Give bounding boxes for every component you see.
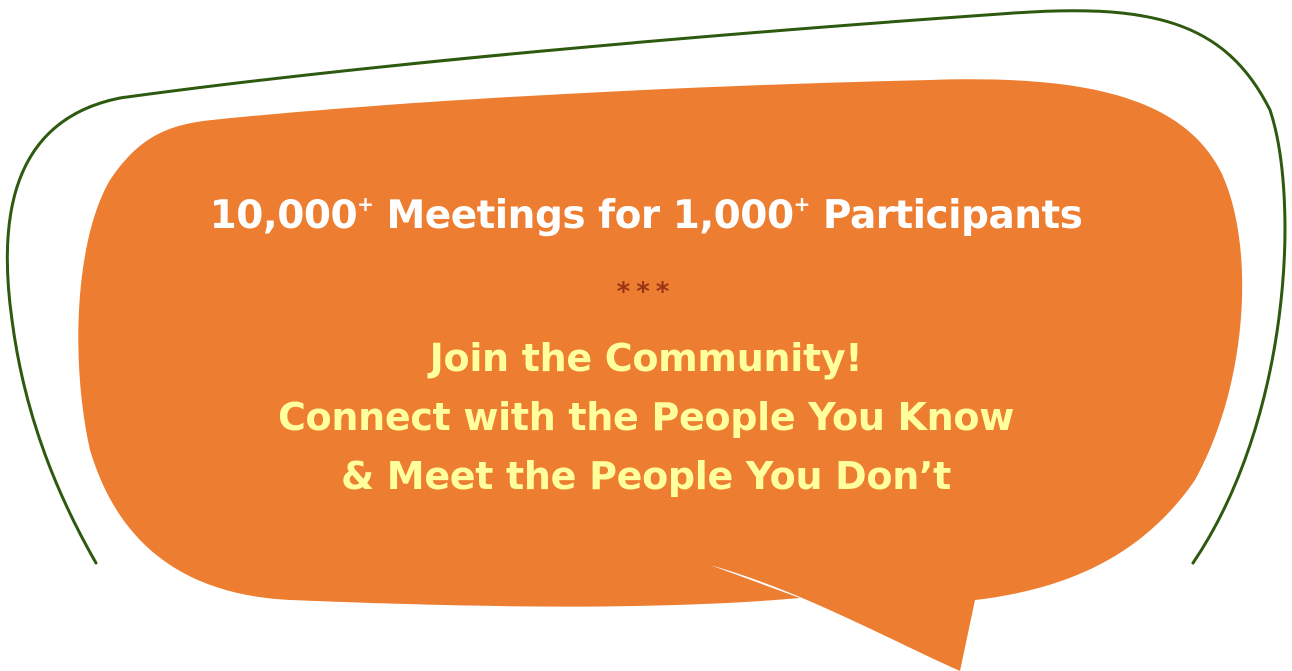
tagline-line-3: & Meet the People You Don’t (341, 454, 951, 498)
tagline: Join the Community! Connect with the Peo… (0, 329, 1292, 506)
headline-participants-text: Participants (809, 193, 1083, 238)
tagline-line-2: Connect with the People You Know (277, 395, 1015, 439)
headline-plus-superscript: + (357, 192, 374, 216)
tagline-line-1: Join the Community! (429, 336, 863, 380)
headline-plus-superscript: + (793, 192, 811, 216)
headline-meetings-count: 10,000 (209, 193, 358, 238)
headline: 10,000+ Meetings for 1,000+ Participants (0, 188, 1292, 244)
separator-stars: *** (616, 277, 676, 307)
bubble-content: 10,000+ Meetings for 1,000+ Participants… (0, 0, 1292, 671)
headline-meetings-text: Meetings for 1,000 (373, 193, 794, 238)
